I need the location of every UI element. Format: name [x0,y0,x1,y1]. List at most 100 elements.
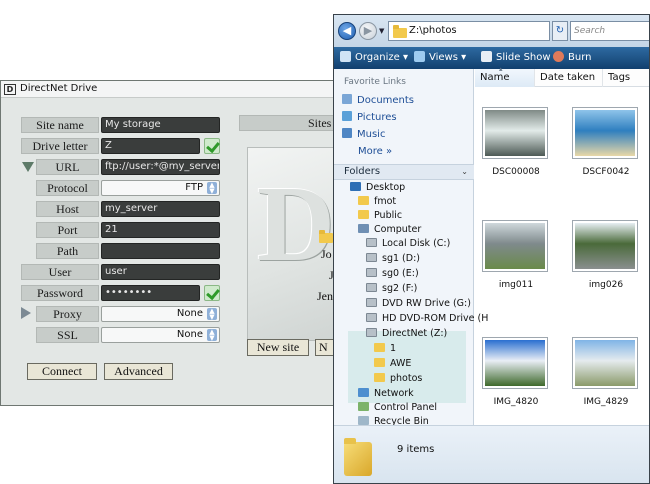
tree-item-sg2[interactable]: sg2 (F:) [366,282,417,296]
proxy-select[interactable]: None ▲ ▼ [101,306,220,322]
drive-letter-label: Drive letter [21,138,99,154]
site-list-item[interactable]: Jo [321,247,332,262]
favorite-link-label: Pictures [357,112,397,123]
column-name[interactable]: Name ▴ [475,65,535,87]
tree-item-label: HD DVD-ROM Drive (H [382,313,489,324]
photo-thumbnail[interactable] [572,107,638,159]
favorite-link-music[interactable]: Music [342,128,385,142]
address-folder-icon [393,25,407,38]
connect-button[interactable]: Connect [27,363,97,380]
favorite-link-pictures[interactable]: Pictures [342,111,397,125]
history-dropdown-icon[interactable]: ▼ [379,27,384,35]
proxy-spin-icon[interactable]: ▲ ▼ [207,308,217,321]
tree-item-computer[interactable]: Computer [358,223,421,237]
control-panel-icon [358,402,369,411]
photo-thumbnail[interactable] [572,337,638,389]
thumbnail-item[interactable]: img011 [480,220,552,330]
advanced-button[interactable]: Advanced [104,363,173,380]
tree-item-dvd-rw[interactable]: DVD RW Drive (G:) [366,297,471,311]
thumbnail-label: IMG_4829 [583,397,629,407]
column-tags[interactable]: Tags [603,69,649,87]
tree-item-label: Network [374,388,414,399]
refresh-icon[interactable]: ↻ [552,21,568,41]
photo-thumbnail[interactable] [482,337,548,389]
photo-thumbnail[interactable] [572,220,638,272]
password-input[interactable]: •••••••• [101,285,200,301]
thumbnail-label: DSC00008 [492,167,540,177]
more-label: More [358,146,383,157]
music-icon [342,128,352,138]
favorite-link-label: Documents [357,95,415,106]
tree-item-label: AWE [390,358,412,369]
column-date-taken[interactable]: Date taken [535,69,603,87]
tree-item-hd-dvd[interactable]: HD DVD-ROM Drive (H [366,312,488,326]
thumbnail-item[interactable]: IMG_4820 [480,337,552,447]
site-name-input[interactable]: My storage [101,117,220,133]
slideshow-button[interactable]: Slide Show [481,51,551,65]
favorite-link-documents[interactable]: Documents [342,94,414,108]
views-button[interactable]: Views ▾ [414,51,466,65]
tree-item-label: sg0 (E:) [382,268,419,279]
drive-icon [366,238,377,247]
tree-item-label: sg2 (F:) [382,283,418,294]
url-expand-icon[interactable] [22,162,34,172]
thumbnail-label: IMG_4820 [493,397,539,407]
directnet-titlebar[interactable]: D DirectNet Drive [1,81,337,98]
url-label: URL [36,159,99,175]
pictures-icon [342,111,352,121]
burn-button[interactable]: Burn [553,51,591,65]
explorer-window: ◀ ▶ ▼ Z:\photos ▼ ↻ Search Organize ▾ Vi… [333,14,650,484]
search-input[interactable]: Search [570,21,649,41]
tree-item-directnet[interactable]: DirectNet (Z:) [366,327,447,341]
host-input[interactable]: my_server [101,201,220,217]
photo-image [575,110,635,156]
tree-item-label: 1 [390,343,397,354]
ssl-select[interactable]: None ▲ ▼ [101,327,220,343]
tree-item-folder-awe[interactable]: AWE [374,357,411,371]
url-input[interactable]: ftp://user:*@my_server:21 [101,159,220,175]
back-arrow-icon[interactable]: ◀ [338,22,356,40]
tree-item-sg1[interactable]: sg1 (D:) [366,252,420,266]
user-input[interactable]: user [101,264,220,280]
photo-thumbnail[interactable] [482,220,548,272]
path-input[interactable] [101,243,220,259]
organize-button[interactable]: Organize ▾ [340,51,408,65]
tree-item-label: photos [390,373,423,384]
proxy-expand-icon[interactable] [21,307,31,319]
thumbnail-item[interactable]: DSCF0042 [570,107,642,217]
protocol-spin-icon[interactable]: ▲ ▼ [207,182,217,195]
tree-item-folder-photos[interactable]: photos [374,372,422,386]
tree-item-sg0[interactable]: sg0 (E:) [366,267,419,281]
tree-item-desktop[interactable]: Desktop [350,181,405,195]
drive-letter-input[interactable]: Z [101,138,200,154]
thumbnail-item[interactable]: DSC00008 [480,107,552,217]
tree-item-network[interactable]: Network [358,387,414,401]
more-links-button[interactable]: More » [358,146,392,157]
chevron-down-icon[interactable]: ⌄ [461,165,468,179]
forward-arrow-icon[interactable]: ▶ [359,22,377,40]
photo-image [485,340,545,386]
directnet-window-title: DirectNet Drive [20,83,98,94]
tree-item-label: DirectNet (Z:) [382,328,448,339]
thumbnail-item[interactable]: IMG_4829 [570,337,642,447]
folders-header[interactable]: Folders ⌄ [334,164,474,180]
folder-icon [358,210,369,219]
tree-item-control-panel[interactable]: Control Panel [358,401,437,415]
thumbnail-label: DSCF0042 [582,167,630,177]
site-list-item[interactable]: Jen [317,289,333,304]
photo-thumbnail[interactable] [482,107,548,159]
port-input[interactable]: 21 [101,222,220,238]
address-input[interactable]: Z:\photos ▼ [388,21,597,41]
tree-item-public[interactable]: Public [358,209,402,223]
password-check-icon [204,285,220,301]
tree-item-local-disk[interactable]: Local Disk (C:) [366,237,450,251]
ssl-spin-icon[interactable]: ▲ ▼ [207,329,217,342]
tree-item-folder-1[interactable]: 1 [374,342,396,356]
new-site-button[interactable]: New site [247,339,309,356]
tree-item-fmot[interactable]: fmot [358,195,396,209]
explorer-toolbar: Organize ▾ Views ▾ Slide Show Burn [334,47,649,69]
thumbnail-label: img026 [588,280,624,290]
drive-letter-check-icon [204,138,220,154]
thumbnail-item[interactable]: img026 [570,220,642,330]
protocol-select[interactable]: FTP ▲ ▼ [101,180,220,196]
